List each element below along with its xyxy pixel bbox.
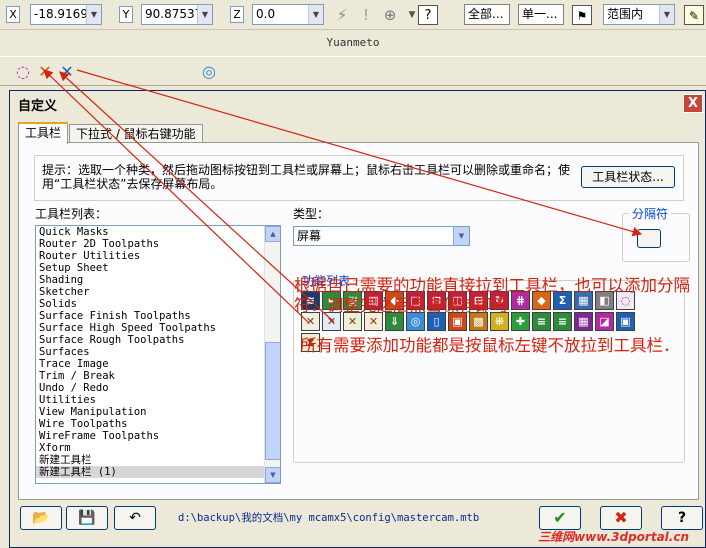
toolbar-list-item[interactable]: Xform: [36, 442, 280, 454]
dialog-title: 自定义: [18, 99, 58, 114]
toolbar-list-item[interactable]: Router Utilities: [36, 250, 280, 262]
y-value: 90.87537: [145, 7, 203, 21]
toolbar-list-item[interactable]: Shading: [36, 274, 280, 286]
type-value: 屏幕: [297, 229, 322, 243]
save-icon[interactable]: 💾: [66, 506, 108, 530]
tab-panel: 提示：选取一个种类，然后拖动图标按钮到工具栏或屏幕上；鼠标右击工具栏可以删除或重…: [18, 142, 699, 500]
toolbar-list-item[interactable]: 新建工具栏: [36, 454, 280, 466]
break-icon[interactable]: ✕: [56, 61, 78, 83]
separator-button[interactable]: [637, 229, 661, 248]
toolbar-list-item[interactable]: Surface Finish Toolpaths: [36, 310, 280, 322]
rotate-icon[interactable]: ◌: [12, 61, 34, 83]
toolbar-list-item[interactable]: Utilities: [36, 394, 280, 406]
scroll-up-icon[interactable]: ▲: [265, 226, 280, 242]
toolbar-list-item[interactable]: View Manipulation: [36, 406, 280, 418]
toolbar-list-item[interactable]: Trim / Break: [36, 370, 280, 382]
toolbar-list-item[interactable]: Surfaces: [36, 346, 280, 358]
reset-icon[interactable]: ↶: [114, 506, 156, 530]
tab-dropdown-rightclick[interactable]: 下拉式 / 鼠标右键功能: [69, 124, 203, 144]
file-path: d:\backup\我的文档\my mcamx5\config\masterca…: [178, 512, 480, 524]
range-value: 范围内: [607, 7, 644, 21]
cancel-x-icon[interactable]: ✖: [600, 506, 642, 530]
chevron-down-icon[interactable]: ▼: [86, 5, 101, 24]
toolbar-list-item[interactable]: Surface Rough Toolpaths: [36, 334, 280, 346]
z-label: Z: [230, 6, 244, 23]
toolbar-list-item[interactable]: Trace Image: [36, 358, 280, 370]
tab-toolbars[interactable]: 工具栏: [18, 122, 69, 144]
autocursor-icon[interactable]: ⊕: [380, 5, 400, 25]
toolbar-list-item[interactable]: Setup Sheet: [36, 262, 280, 274]
coordinate-toolbar: X -18.9169 ▼ Y 90.87537 ▼ Z 0.0 ▼ ⚡ ! ⊕ ▼ ?…: [0, 0, 706, 30]
scroll-down-icon[interactable]: ▼: [265, 467, 280, 483]
chevron-down-icon[interactable]: ▼: [453, 227, 469, 245]
new-toolbar-strip: ◌ ✕ ✕ ◎: [0, 56, 706, 86]
annotation-note-2: 所有需要添加功能都是按鼠标左键不放拉到工具栏．: [300, 336, 680, 355]
z-value: 0.0: [256, 7, 276, 21]
z-coordinate-field[interactable]: 0.0 ▼: [252, 4, 324, 25]
help-icon[interactable]: ?: [661, 506, 703, 530]
trim-icon[interactable]: ✕: [34, 61, 56, 83]
toolbar-list-item[interactable]: Router 2D Toolpaths: [36, 238, 280, 250]
hint-text: 提示：选取一个种类，然后拖动图标按钮到工具栏或屏幕上；鼠标右击工具栏可以删除或重…: [42, 163, 571, 191]
x-coordinate-field[interactable]: -18.9169 ▼: [30, 4, 102, 25]
toolbar-list-item[interactable]: 新建工具栏 (1): [36, 466, 280, 478]
ok-check-icon[interactable]: ✔: [539, 506, 581, 530]
exclamation-icon[interactable]: !: [356, 5, 376, 25]
customize-dialog: 自定义 X 工具栏 下拉式 / 鼠标右键功能 提示：选取一个种类，然后拖动图标按…: [9, 90, 706, 548]
fast-point-icon[interactable]: ⚡: [332, 5, 352, 25]
close-icon[interactable]: X: [683, 94, 703, 113]
dialog-title-bar: 自定义 X: [10, 91, 705, 115]
separator-label: 分隔符: [629, 205, 672, 222]
watermark: 三维网www.3dportal.cn: [538, 530, 689, 544]
chevron-down-icon[interactable]: ▼: [659, 5, 674, 24]
app-title: Yuanmeto: [0, 31, 706, 55]
y-coordinate-field[interactable]: 90.87537 ▼: [141, 4, 213, 25]
single-button[interactable]: 单一...: [518, 4, 564, 25]
x-value: -18.9169: [34, 7, 88, 21]
toolbar-list-item[interactable]: Quick Masks: [36, 226, 280, 238]
toolbar-list-item[interactable]: Solids: [36, 298, 280, 310]
toolbar-list-item[interactable]: WireFrame Toolpaths: [36, 430, 280, 442]
annotation-note-1: 根据自己需要的功能直接拉到工具栏，也可以添加分隔符．调整完之后点击保存即可: [294, 276, 690, 315]
toolbar-list-item[interactable]: Undo / Redo: [36, 382, 280, 394]
selection-mode-icon[interactable]: ⚑: [572, 5, 592, 25]
scroll-thumb[interactable]: [265, 342, 280, 460]
range-select[interactable]: 范围内 ▼: [603, 4, 675, 25]
type-select[interactable]: 屏幕 ▼: [293, 226, 470, 246]
help-icon[interactable]: ?: [418, 5, 438, 25]
point-target-icon[interactable]: ◎: [198, 61, 220, 83]
toolbar-list[interactable]: Quick Masks Router 2D Toolpaths Router Uti…: [35, 225, 281, 484]
open-folder-icon[interactable]: 📂: [20, 506, 62, 530]
y-label: Y: [119, 6, 133, 23]
toolbar-list-item[interactable]: Sketcher: [36, 286, 280, 298]
toolbar-list-item[interactable]: Wire Toolpaths: [36, 418, 280, 430]
toolbar-list-label: 工具栏列表：: [35, 207, 108, 221]
x-label: X: [6, 6, 20, 23]
chevron-down-icon[interactable]: ▼: [197, 5, 212, 24]
type-label: 类型：: [293, 207, 330, 221]
toolbar-state-button[interactable]: 工具栏状态...: [581, 166, 675, 188]
selection-options-icon[interactable]: ✎: [684, 5, 704, 25]
list-scrollbar[interactable]: ▲ ▼: [264, 226, 280, 483]
all-button[interactable]: 全部...: [464, 4, 510, 25]
toolbar-list-items: Quick Masks Router 2D Toolpaths Router Uti…: [36, 226, 280, 478]
chevron-down-icon[interactable]: ▼: [308, 5, 323, 24]
toolbar-list-item[interactable]: Surface High Speed Toolpaths: [36, 322, 280, 334]
hint-box: 提示：选取一个种类，然后拖动图标按钮到工具栏或屏幕上；鼠标右击工具栏可以删除或重…: [34, 155, 684, 201]
